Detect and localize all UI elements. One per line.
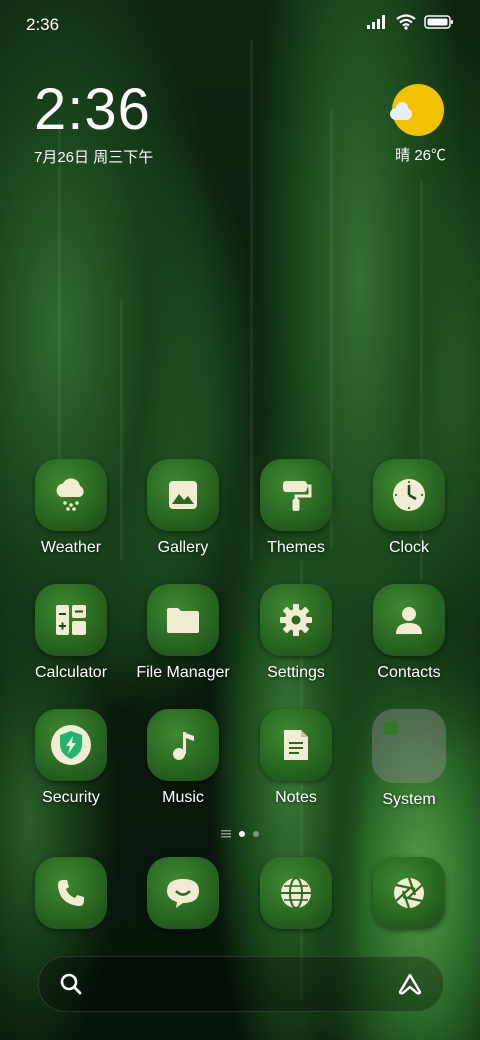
dock-messages[interactable] [128,857,238,929]
signal-icon [367,15,385,29]
app-label: Settings [267,664,325,681]
mini-app-icon [384,721,398,735]
calculator-icon [35,584,107,656]
music-icon [147,709,219,781]
folder-icon [372,709,446,783]
battery-icon [424,15,453,29]
app-label: Themes [267,539,325,556]
widget-date: 7月26日 周三下午 [34,149,154,166]
app-calculator[interactable]: Calculator [16,584,126,682]
app-contacts[interactable]: Contacts [354,584,464,682]
weather-icon [35,459,107,531]
weather-condition: 晴 [395,147,411,164]
app-label: Security [42,789,100,806]
search-icon[interactable] [59,972,83,996]
app-label: Gallery [157,539,209,556]
app-label: File Manager [136,664,230,681]
app-file-manager[interactable]: File Manager [128,584,238,682]
dock-phone[interactable] [16,857,126,929]
weather-temperature: 26℃ [414,147,446,164]
widget-time: 2:36 [34,77,151,142]
weather-widget[interactable]: 晴 26℃ [390,84,446,164]
themes-icon [260,459,332,531]
clock-icon [373,459,445,531]
wifi-icon [396,14,416,30]
status-icons [366,14,454,30]
app-label: Calculator [34,664,108,681]
page-dot-active [239,831,245,837]
app-label: Contacts [377,664,441,681]
list-icon [221,830,231,838]
app-label: Notes [275,789,317,806]
app-music[interactable]: Music [128,709,238,807]
app-weather[interactable]: Weather [16,459,126,557]
page-dot [253,831,259,837]
gallery-icon [147,459,219,531]
file-manager-icon [147,584,219,656]
app-label: System [382,791,436,808]
app-security[interactable]: Security [16,709,126,807]
assistant-icon[interactable] [397,972,423,996]
page-indicator[interactable] [0,830,480,838]
dock-browser[interactable] [241,857,351,929]
camera-icon [373,857,445,929]
status-bar: 2:36 [0,0,480,48]
dock-camera[interactable] [354,857,464,929]
clock-widget[interactable]: 2:36 7月26日 周三下午 [34,80,153,167]
browser-icon [260,857,332,929]
settings-icon [260,584,332,656]
app-themes[interactable]: Themes [241,459,351,557]
messages-icon [147,857,219,929]
app-label: Music [162,789,204,806]
weather-summary: 晴 26℃ [395,144,446,165]
sunny-icon [390,84,444,136]
cactus-ridge [58,120,61,500]
security-icon [35,709,107,781]
app-notes[interactable]: Notes [241,709,351,807]
status-time: 2:36 [26,15,60,34]
notes-icon [260,709,332,781]
cloud-icon [390,102,412,120]
app-gallery[interactable]: Gallery [128,459,238,557]
app-clock[interactable]: Clock [354,459,464,557]
app-settings[interactable]: Settings [241,584,351,682]
search-bar[interactable] [38,956,444,1012]
app-label: Weather [40,539,102,556]
contacts-icon [373,584,445,656]
phone-icon [35,857,107,929]
app-label: Clock [388,539,429,556]
folder-system[interactable]: System [354,709,464,809]
